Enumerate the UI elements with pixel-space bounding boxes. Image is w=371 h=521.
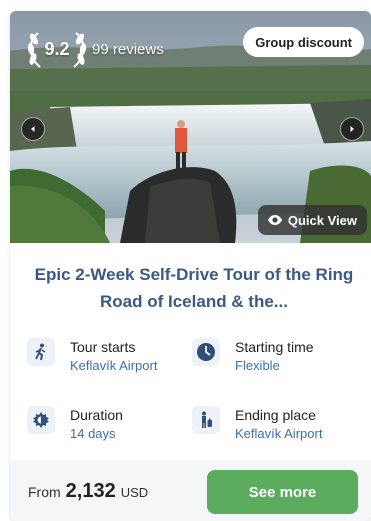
- detail-starting-time: Starting time Flexible: [192, 338, 314, 376]
- rating-score: 9.2: [44, 38, 70, 59]
- detail-value: Keflavík Airport: [235, 426, 323, 441]
- price-currency: USD: [120, 485, 149, 500]
- detail-duration: Duration 14 days: [27, 406, 123, 444]
- detail-ending-place: Ending place Keflavík Airport: [192, 406, 322, 444]
- detail-value: 14 days: [70, 426, 116, 441]
- detail-tour-starts: Tour starts Keflavík Airport: [27, 338, 157, 376]
- chevron-left-icon: [31, 126, 35, 132]
- tour-card[interactable]: 9.2 99 reviews Group discount Quick View…: [10, 11, 371, 521]
- rating-badge: 9.2 99 reviews: [24, 27, 164, 71]
- chevron-right-icon: [350, 126, 354, 132]
- laurel-icon: 9.2: [24, 27, 90, 71]
- clock-icon: [192, 338, 220, 366]
- price-prefix: From: [28, 484, 61, 500]
- tour-title[interactable]: Epic 2-Week Self-Drive Tour of the Ring …: [34, 261, 354, 315]
- reviews-count[interactable]: 99 reviews: [92, 41, 164, 58]
- detail-label: Duration: [70, 407, 123, 423]
- detail-value: Flexible: [235, 358, 280, 373]
- quick-view-button[interactable]: Quick View: [257, 205, 367, 235]
- see-more-button[interactable]: See more: [207, 470, 358, 514]
- eye-icon: [267, 215, 282, 225]
- detail-label: Tour starts: [70, 339, 136, 355]
- detail-label: Ending place: [235, 407, 316, 423]
- detail-label: Starting time: [235, 339, 314, 355]
- sun-moon-icon: [27, 406, 55, 434]
- quick-view-label: Quick View: [287, 212, 357, 228]
- hiker-icon: [27, 338, 55, 366]
- person-bag-icon: [192, 406, 220, 434]
- price: From 2,132 USD: [28, 480, 148, 503]
- group-discount-badge: Group discount: [243, 27, 364, 57]
- hero-image[interactable]: 9.2 99 reviews Group discount Quick View: [10, 11, 371, 243]
- detail-value: Keflavík Airport: [70, 358, 158, 373]
- price-amount: 2,132: [65, 480, 116, 502]
- next-image-button[interactable]: [340, 117, 364, 141]
- previous-image-button[interactable]: [21, 117, 45, 141]
- card-footer: From 2,132 USD See more: [10, 460, 371, 521]
